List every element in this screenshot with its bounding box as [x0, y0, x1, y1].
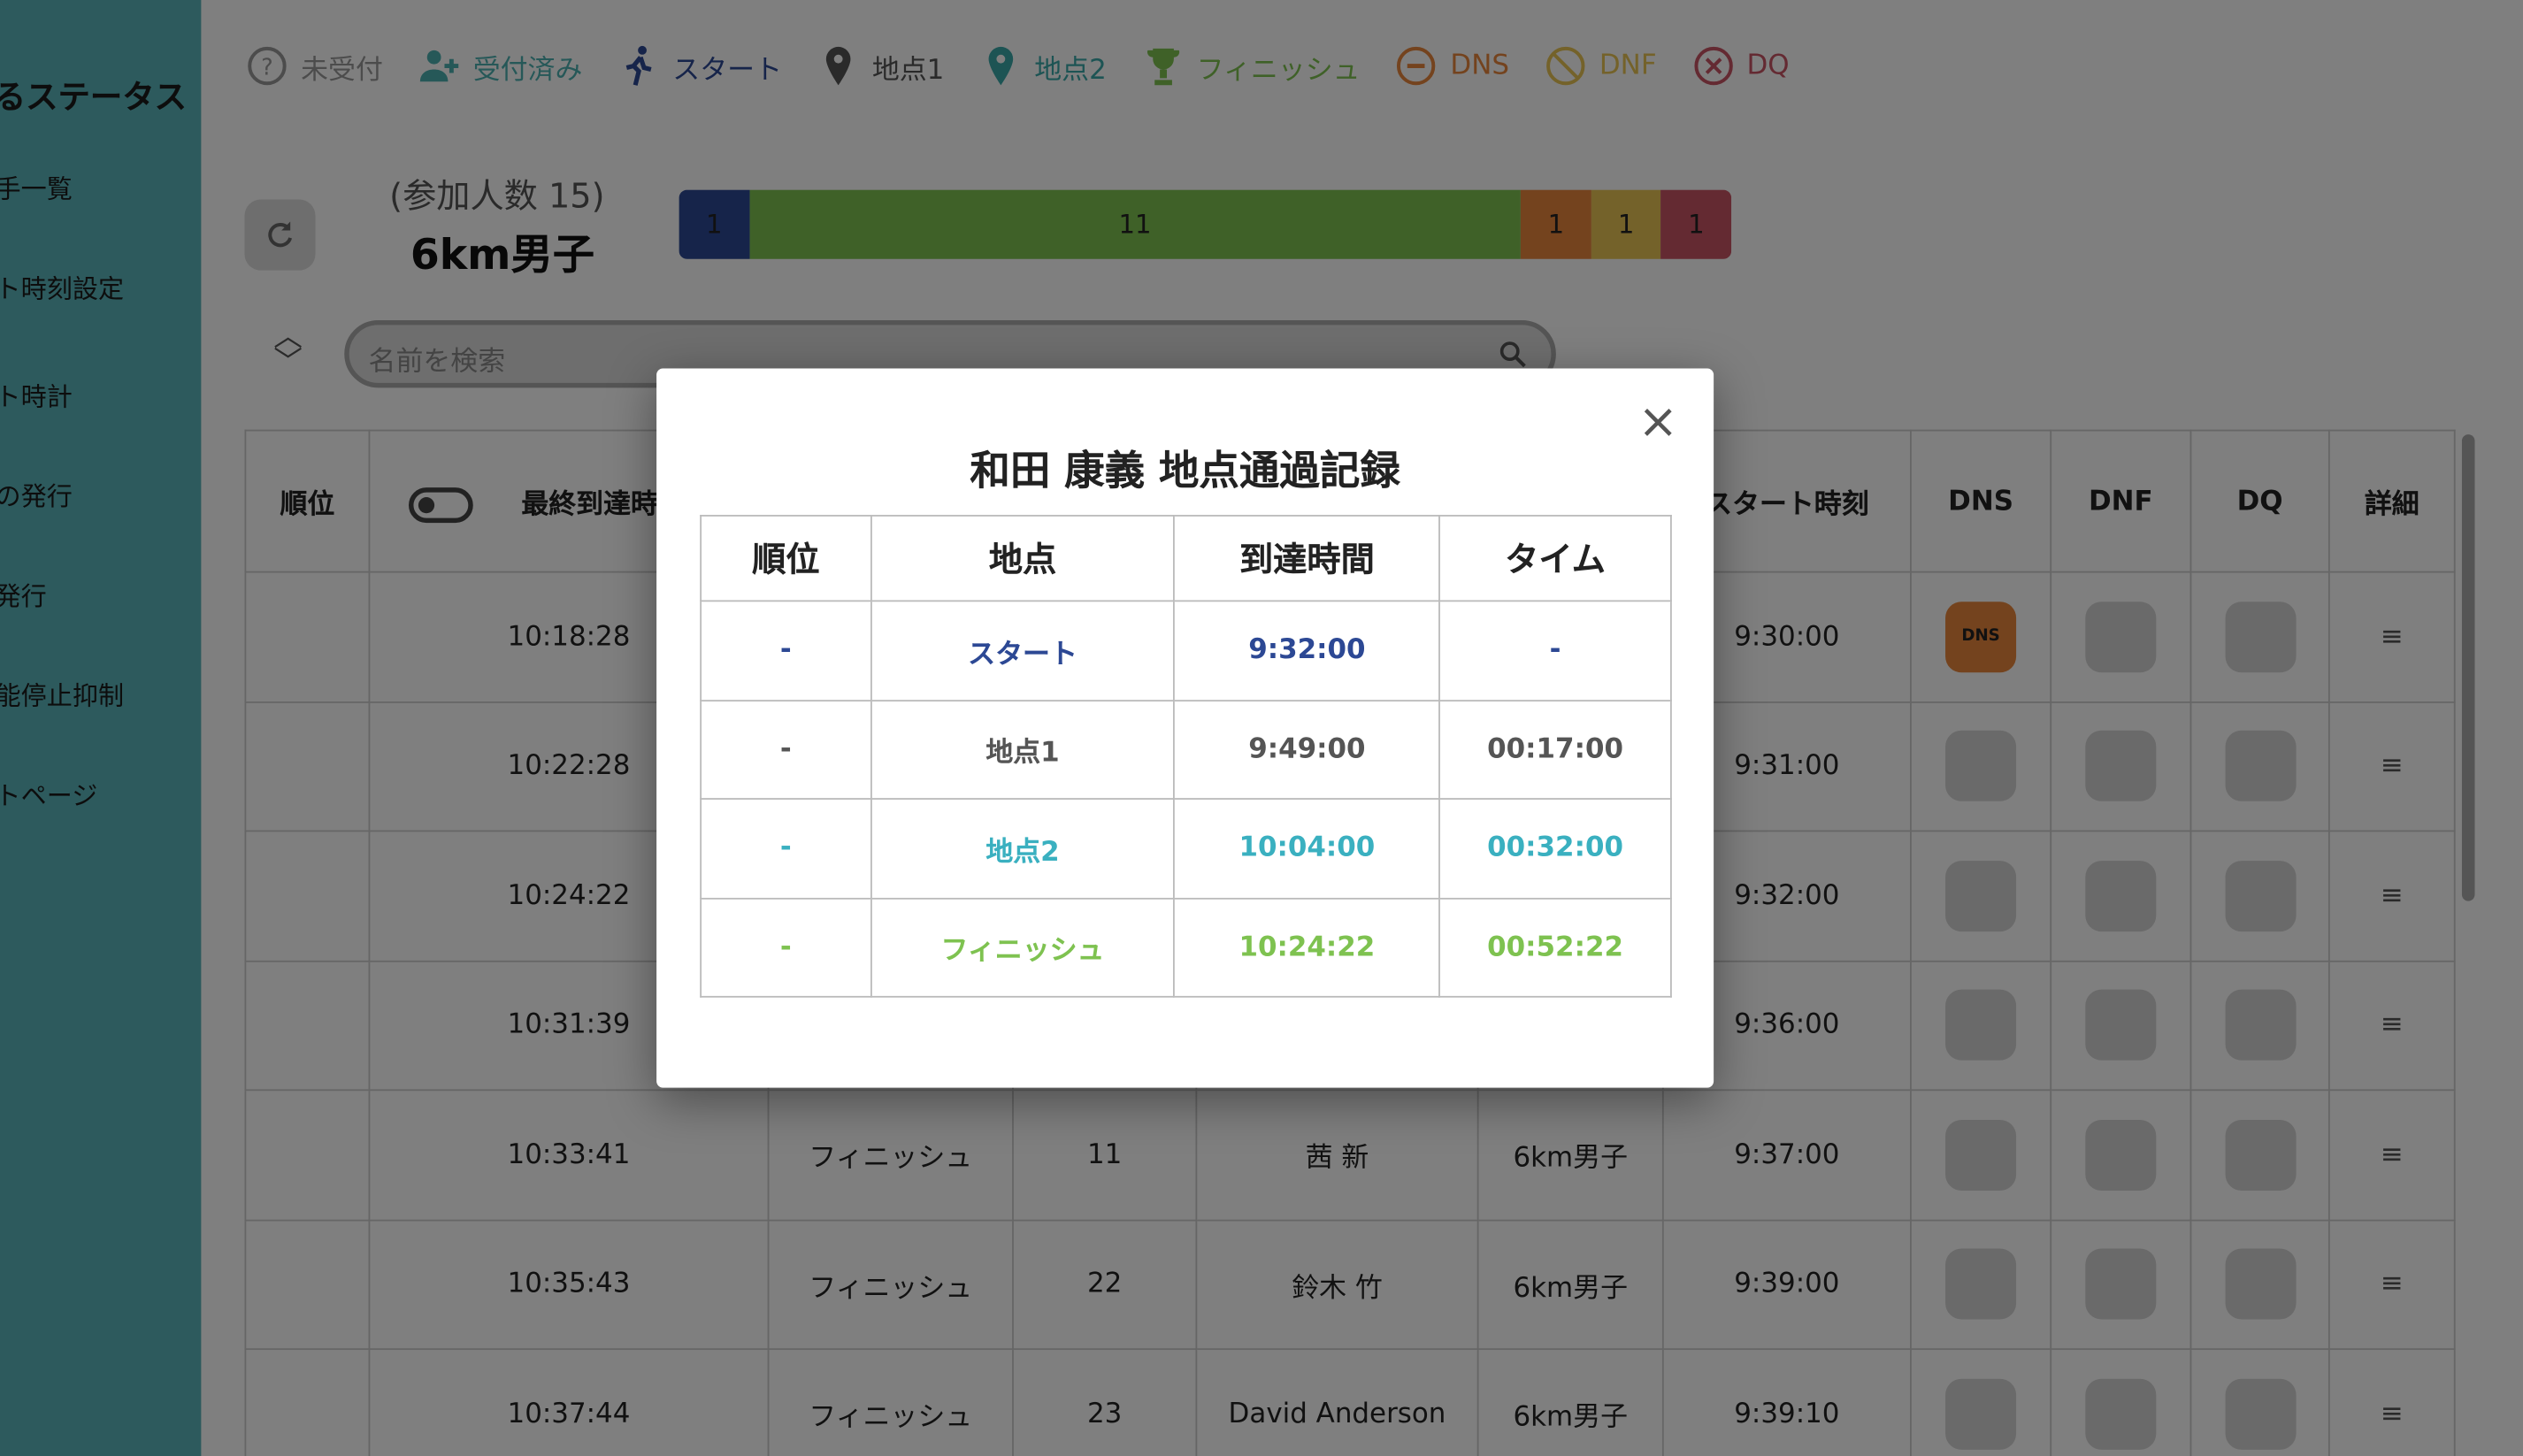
record-point: フィニッシュ: [870, 897, 1176, 998]
record-rank: -: [700, 897, 872, 998]
record-rank: -: [700, 600, 872, 701]
record-arrival: 10:24:22: [1173, 897, 1441, 998]
record-rank: -: [700, 798, 872, 899]
record-time: 00:52:22: [1438, 897, 1672, 998]
record-point: 地点2: [870, 798, 1176, 899]
app: るステータス手一覧ト時刻設定ト時計の発行発行能停止抑制トページ ?未受付受付済み…: [0, 0, 2523, 1456]
record-arrival: 10:04:00: [1173, 798, 1441, 899]
record-time: 00:17:00: [1438, 699, 1672, 800]
record-time: -: [1438, 600, 1672, 701]
record-point: 地点1: [870, 699, 1176, 800]
record-column-header: 到達時間: [1173, 515, 1441, 602]
passage-record-dialog: × 和田 康義 地点通過記録 順位 地点 到達時間 タイム - スタート 9:32:00-…: [656, 368, 1714, 1088]
record-column-header: 順位: [700, 515, 872, 602]
record-row: - 地点1 9:49:00 00:17:00: [700, 699, 1672, 800]
record-point: スタート: [870, 600, 1176, 701]
record-arrival: 9:32:00: [1173, 600, 1441, 701]
record-arrival: 9:49:00: [1173, 699, 1441, 800]
record-row: - スタート 9:32:00-: [700, 600, 1672, 701]
record-time: 00:32:00: [1438, 798, 1672, 899]
record-row: - 地点2 10:04:00 00:32:00: [700, 798, 1672, 899]
record-column-header: タイム: [1438, 515, 1672, 602]
dialog-title: 和田 康義 地点通過記録: [970, 447, 1400, 494]
record-column-header: 地点: [870, 515, 1176, 602]
record-row: - フィニッシュ 10:24:22 00:52:22: [700, 897, 1672, 998]
passage-record-table: 順位 地点 到達時間 タイム - スタート 9:32:00- - 地点1 9:49:00 00:1…: [700, 515, 1672, 998]
record-rank: -: [700, 699, 872, 800]
